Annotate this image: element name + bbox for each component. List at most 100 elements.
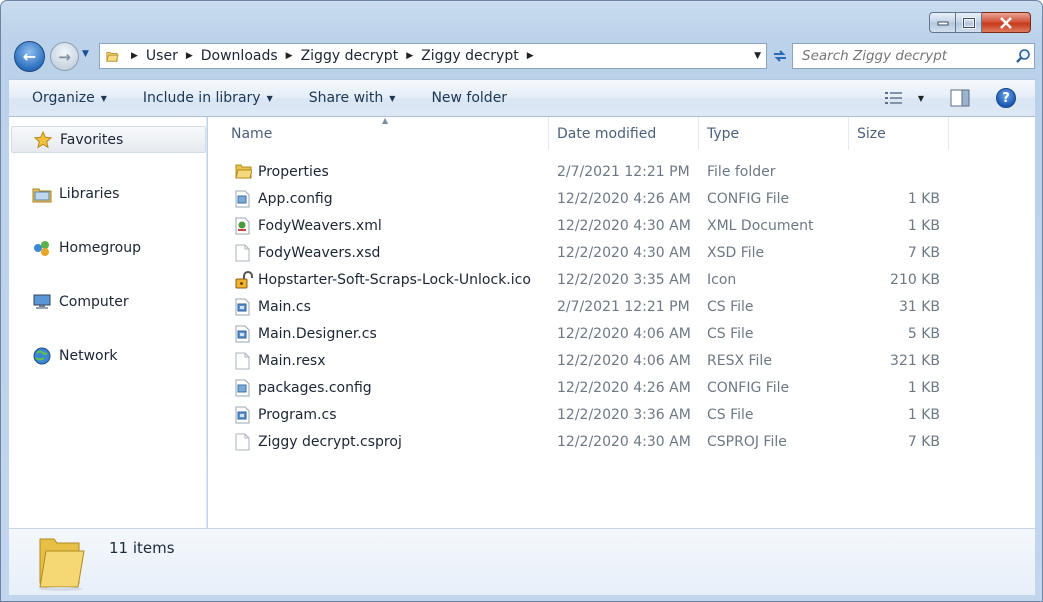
file-size: 210 KB: [890, 271, 940, 288]
help-button[interactable]: ?: [996, 88, 1016, 108]
breadcrumb-separator-icon[interactable]: ▶: [527, 51, 534, 61]
breadcrumb-separator-icon[interactable]: ▶: [406, 51, 413, 61]
address-dropdown-icon[interactable]: ▼: [754, 51, 761, 61]
file-name[interactable]: Hopstarter-Soft-Scraps-Lock-Unlock.ico: [258, 266, 531, 293]
column-size[interactable]: Size: [849, 117, 949, 150]
breadcrumb-separator-icon[interactable]: ▶: [286, 51, 293, 61]
chevron-down-icon: ▼: [82, 49, 89, 59]
chevron-down-icon: ▼: [389, 93, 396, 103]
file-date-modified: 2/7/2021 12:21 PM: [557, 298, 690, 315]
search-icon[interactable]: [1012, 45, 1034, 67]
file-name[interactable]: FodyWeavers.xsd: [258, 239, 380, 266]
file-name[interactable]: Main.resx: [258, 347, 326, 374]
file-date-modified: 12/2/2020 4:26 AM: [557, 190, 691, 207]
preview-pane-button[interactable]: [950, 89, 970, 107]
chevron-down-icon: ▼: [100, 93, 107, 103]
column-name[interactable]: Name: [208, 117, 549, 150]
file-size: 321 KB: [890, 352, 940, 369]
maximize-button[interactable]: [956, 12, 982, 33]
file-row[interactable]: Main.Designer.cs 12/2/2020 4:06 AM CS File…: [208, 320, 1035, 347]
file-name[interactable]: Main.Designer.cs: [258, 320, 377, 347]
minimize-button[interactable]: [929, 12, 956, 33]
organize-button[interactable]: Organize ▼: [32, 90, 107, 106]
config-file-icon: [235, 190, 251, 208]
breadcrumb-item[interactable]: Ziggy decrypt: [421, 48, 519, 64]
file-row[interactable]: FodyWeavers.xml 12/2/2020 4:30 AM XML Docu…: [208, 212, 1035, 239]
file-row[interactable]: Properties 2/7/2021 12:21 PM File folder: [208, 158, 1035, 185]
navigation-bar: ← → ▼ ▶ User ▶ Downloads ▶ Ziggy decrypt…: [11, 39, 1035, 73]
file-type: CS File: [707, 406, 754, 423]
sidebar-item-label: Computer: [59, 293, 129, 310]
help-icon: ?: [1002, 90, 1010, 106]
file-name[interactable]: Program.cs: [258, 401, 337, 428]
file-row[interactable]: Main.cs 2/7/2021 12:21 PM CS File 31 KB: [208, 293, 1035, 320]
recent-pages-button[interactable]: ▼: [82, 49, 94, 61]
file-date-modified: 2/7/2021 12:21 PM: [557, 163, 690, 180]
share-with-button[interactable]: Share with ▼: [309, 90, 396, 106]
file-row[interactable]: Ziggy decrypt.csproj 12/2/2020 4:30 AM CSP…: [208, 428, 1035, 455]
sidebar-item-label: Homegroup: [59, 239, 142, 256]
file-name[interactable]: Properties: [258, 158, 329, 185]
breadcrumb-item[interactable]: Downloads: [201, 48, 278, 64]
close-icon: [1000, 16, 1012, 29]
new-folder-button[interactable]: New folder: [431, 90, 507, 106]
new-folder-label: New folder: [431, 90, 508, 106]
arrow-right-icon: →: [58, 47, 71, 66]
chevron-down-icon: ▼: [266, 93, 273, 103]
sidebar-item-homegroup[interactable]: Homegroup: [9, 234, 207, 261]
sidebar-item-network[interactable]: Network: [9, 342, 207, 369]
forward-button[interactable]: →: [50, 42, 79, 71]
computer-icon: [32, 292, 52, 312]
blank-file-icon: [235, 352, 251, 370]
libraries-icon: [32, 184, 52, 204]
address-bar[interactable]: ▶ User ▶ Downloads ▶ Ziggy decrypt ▶ Zig…: [99, 43, 767, 69]
arrow-left-icon: ←: [22, 47, 37, 66]
file-name[interactable]: packages.config: [258, 374, 372, 401]
homegroup-icon: [32, 238, 52, 258]
file-row[interactable]: App.config 12/2/2020 4:26 AM CONFIG File 1 …: [208, 185, 1035, 212]
navigation-pane: Favorites Libraries Homegroup Computer N: [9, 117, 207, 528]
file-row[interactable]: Main.resx 12/2/2020 4:06 AM RESX File 321 K…: [208, 347, 1035, 374]
close-button[interactable]: [982, 12, 1031, 33]
sidebar-item-favorites[interactable]: Favorites: [11, 126, 206, 153]
sidebar-item-libraries[interactable]: Libraries: [9, 180, 207, 207]
file-date-modified: 12/2/2020 4:26 AM: [557, 379, 691, 396]
folder-icon: [235, 163, 253, 180]
file-date-modified: 12/2/2020 4:06 AM: [557, 325, 691, 342]
include-in-library-button[interactable]: Include in library ▼: [143, 90, 273, 106]
file-name[interactable]: App.config: [258, 185, 333, 212]
sidebar-item-label: Libraries: [59, 185, 120, 202]
details-pane: 11 items: [9, 528, 1035, 595]
refresh-button[interactable]: [769, 43, 791, 69]
file-row[interactable]: Program.cs 12/2/2020 3:36 AM CS File 1 KB: [208, 401, 1035, 428]
item-count: 11 items: [109, 539, 175, 557]
file-size: 5 KB: [907, 325, 940, 342]
file-type: File folder: [707, 163, 776, 180]
sidebar-item-label: Network: [59, 347, 118, 364]
star-icon: [33, 130, 53, 150]
file-row[interactable]: packages.config 12/2/2020 4:26 AM CONFIG F…: [208, 374, 1035, 401]
breadcrumb-item[interactable]: Ziggy decrypt: [301, 48, 399, 64]
xml-file-icon: [235, 217, 251, 235]
sidebar-item-computer[interactable]: Computer: [9, 288, 207, 315]
breadcrumb-separator-icon[interactable]: ▶: [186, 51, 193, 61]
caption-buttons: [929, 12, 1031, 33]
file-type: XML Document: [707, 217, 814, 234]
search-box[interactable]: [792, 43, 1035, 69]
breadcrumb-item[interactable]: User: [146, 48, 178, 64]
file-row[interactable]: FodyWeavers.xsd 12/2/2020 4:30 AM XSD File…: [208, 239, 1035, 266]
restore-icon: [961, 16, 976, 29]
file-name[interactable]: FodyWeavers.xml: [258, 212, 382, 239]
file-row[interactable]: Hopstarter-Soft-Scraps-Lock-Unlock.ico 12…: [208, 266, 1035, 293]
file-name[interactable]: Ziggy decrypt.csproj: [258, 428, 402, 455]
back-button[interactable]: ←: [14, 41, 45, 72]
column-date-modified[interactable]: Date modified: [549, 117, 699, 150]
command-bar: Organize ▼ Include in library ▼ Share wi…: [9, 79, 1035, 117]
file-date-modified: 12/2/2020 4:30 AM: [557, 244, 691, 261]
search-input[interactable]: [793, 45, 1012, 67]
file-type: CS File: [707, 298, 754, 315]
file-date-modified: 12/2/2020 4:30 AM: [557, 217, 691, 234]
column-type[interactable]: Type: [699, 117, 849, 150]
file-name[interactable]: Main.cs: [258, 293, 311, 320]
change-view-button[interactable]: ▼: [884, 90, 924, 106]
